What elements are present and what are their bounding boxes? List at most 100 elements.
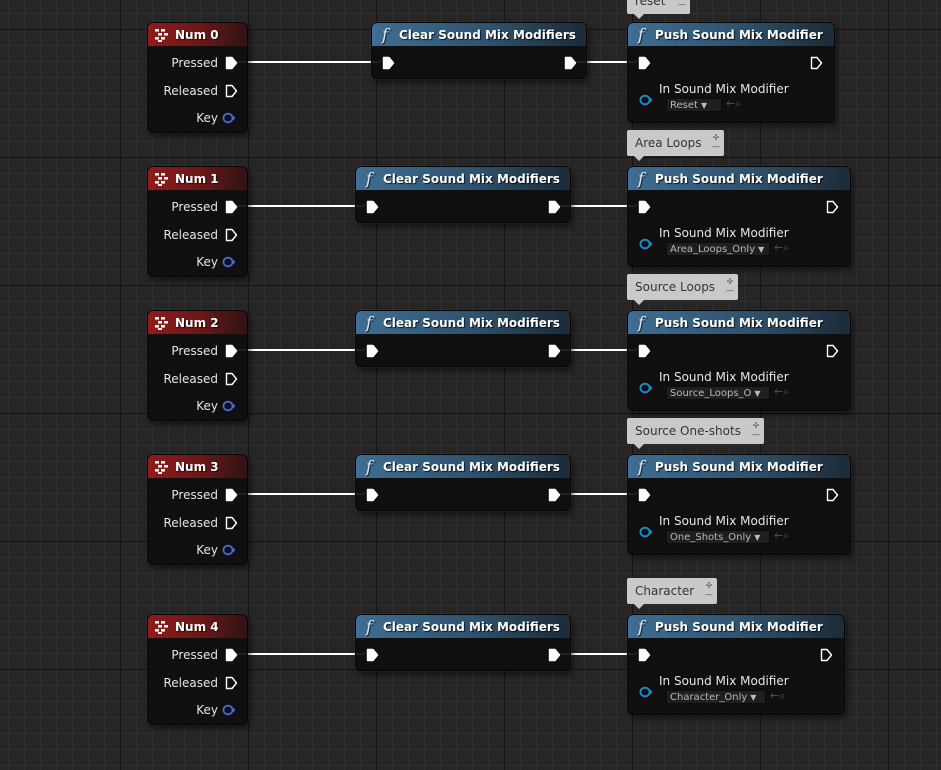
pin-comment-icon[interactable]: ✢— <box>712 133 720 151</box>
push-sound-mix-modifier-node[interactable]: f Push Sound Mix Modifier In Sound Mix Mod… <box>627 166 851 267</box>
pin-comment-icon[interactable]: ✢— <box>705 581 713 599</box>
push-sound-mix-modifier-node[interactable]: f Push Sound Mix Modifier In Sound Mix Mod… <box>627 614 845 715</box>
clear-sound-mix-modifiers-node[interactable]: f Clear Sound Mix Modifiers <box>355 454 571 511</box>
node-comment-bubble[interactable]: Character ✢ — <box>627 578 717 609</box>
push-sound-mix-modifier-node[interactable]: f Push Sound Mix Modifier In Sound Mix Mod… <box>627 454 851 555</box>
node-comment-bubble[interactable]: Area Loops ✢ — <box>627 130 724 161</box>
clear-sound-mix-modifiers-node[interactable]: f Clear Sound Mix Modifiers <box>355 166 571 223</box>
node-comment-bubble[interactable]: Source Loops ✢ — <box>627 274 738 305</box>
clear-sound-mix-modifiers-node[interactable]: f Clear Sound Mix Modifiers <box>355 614 571 671</box>
sound-mix-asset-dropdown[interactable]: Character_Only ▼ <box>666 690 766 704</box>
key-struct-pin[interactable] <box>222 400 236 412</box>
released-exec-pin[interactable] <box>225 84 238 98</box>
sound-mix-asset-dropdown[interactable]: Area_Loops_Only ▼ <box>666 242 770 256</box>
exec-output-pin[interactable] <box>564 56 577 70</box>
function-node-header[interactable]: f Clear Sound Mix Modifiers <box>356 311 570 334</box>
function-node-header[interactable]: f Push Sound Mix Modifier <box>628 311 850 334</box>
use-selected-arrow-icon[interactable]: ← <box>774 385 783 398</box>
search-icon[interactable]: ⌕ <box>735 97 741 110</box>
use-selected-arrow-icon[interactable]: ← <box>774 241 783 254</box>
input-key-event-node[interactable]: Num 2 Pressed Released Key <box>147 310 248 421</box>
sound-mix-object-pin[interactable] <box>639 94 653 106</box>
exec-input-pin[interactable] <box>638 344 651 358</box>
pin-comment-icon[interactable]: ✢— <box>678 0 686 9</box>
event-node-header[interactable]: Num 0 <box>148 23 247 46</box>
key-struct-pin[interactable] <box>222 256 236 268</box>
sound-mix-asset-dropdown[interactable]: One_Shots_Only ▼ <box>666 530 770 544</box>
function-node-header[interactable]: f Push Sound Mix Modifier <box>628 455 850 478</box>
function-node-header[interactable]: f Clear Sound Mix Modifiers <box>356 455 570 478</box>
event-node-header[interactable]: Num 3 <box>148 455 247 478</box>
event-node-header[interactable]: Num 2 <box>148 311 247 334</box>
sound-mix-object-pin[interactable] <box>639 382 653 394</box>
function-node-header[interactable]: f Clear Sound Mix Modifiers <box>356 615 570 638</box>
clear-sound-mix-modifiers-node[interactable]: f Clear Sound Mix Modifiers <box>371 22 587 79</box>
search-icon[interactable]: ⌕ <box>783 529 789 542</box>
search-icon[interactable]: ⌕ <box>783 241 789 254</box>
released-exec-pin[interactable] <box>225 516 238 530</box>
function-node-header[interactable]: f Push Sound Mix Modifier <box>628 23 834 46</box>
pin-comment-icon[interactable]: ✢— <box>752 421 760 439</box>
use-selected-arrow-icon[interactable]: ← <box>726 97 735 110</box>
push-sound-mix-modifier-node[interactable]: f Push Sound Mix Modifier In Sound Mix Mod… <box>627 22 835 123</box>
input-key-event-node[interactable]: Num 0 Pressed Released Key <box>147 22 248 133</box>
exec-input-pin[interactable] <box>366 648 379 662</box>
pressed-exec-pin[interactable] <box>225 648 238 662</box>
input-key-event-node[interactable]: Num 4 Pressed Released Key <box>147 614 248 725</box>
key-struct-pin[interactable] <box>222 544 236 556</box>
input-key-event-node[interactable]: Num 3 Pressed Released Key <box>147 454 248 565</box>
key-struct-pin[interactable] <box>222 112 236 124</box>
exec-input-pin[interactable] <box>366 344 379 358</box>
exec-output-pin[interactable] <box>826 344 839 358</box>
released-exec-pin[interactable] <box>225 676 238 690</box>
exec-input-pin[interactable] <box>638 648 651 662</box>
exec-output-pin[interactable] <box>810 56 823 70</box>
event-node-header[interactable]: Num 4 <box>148 615 247 638</box>
sound-mix-object-pin[interactable] <box>639 686 653 698</box>
use-selected-arrow-icon[interactable]: ← <box>774 529 783 542</box>
exec-output-pin[interactable] <box>548 648 561 662</box>
exec-output-pin[interactable] <box>820 648 833 662</box>
function-node-header[interactable]: f Clear Sound Mix Modifiers <box>372 23 586 46</box>
function-node-header[interactable]: f Push Sound Mix Modifier <box>628 167 850 190</box>
node-comment-bubble[interactable]: reset ✢— <box>627 0 690 19</box>
exec-output-pin[interactable] <box>548 488 561 502</box>
exec-output-pin[interactable] <box>548 200 561 214</box>
sound-mix-object-pin[interactable] <box>639 526 653 538</box>
pin-comment-icon[interactable]: ✢— <box>726 277 734 295</box>
browse-asset-icons[interactable]: ←⌕ <box>774 241 789 255</box>
use-selected-arrow-icon[interactable]: ← <box>770 689 779 702</box>
node-comment-bubble[interactable]: Source One-shots ✢ — <box>627 418 764 449</box>
browse-asset-icons[interactable]: ←⌕ <box>726 97 741 111</box>
browse-asset-icons[interactable]: ←⌕ <box>774 385 789 399</box>
exec-output-pin[interactable] <box>548 344 561 358</box>
pressed-exec-pin[interactable] <box>225 56 238 70</box>
exec-input-pin[interactable] <box>382 56 395 70</box>
exec-input-pin[interactable] <box>638 200 651 214</box>
exec-input-pin[interactable] <box>638 56 651 70</box>
sound-mix-asset-dropdown[interactable]: Source_Loops_O ▼ <box>666 386 770 400</box>
search-icon[interactable]: ⌕ <box>783 385 789 398</box>
sound-mix-asset-dropdown[interactable]: Reset ▼ <box>666 98 722 112</box>
exec-input-pin[interactable] <box>366 488 379 502</box>
search-icon[interactable]: ⌕ <box>779 689 785 702</box>
pressed-exec-pin[interactable] <box>225 200 238 214</box>
exec-output-pin[interactable] <box>826 488 839 502</box>
blueprint-graph-canvas[interactable]: reset ✢— Num 0 Pressed Released Key f Clear Sou… <box>0 0 941 770</box>
browse-asset-icons[interactable]: ←⌕ <box>770 689 785 703</box>
push-sound-mix-modifier-node[interactable]: f Push Sound Mix Modifier In Sound Mix Mod… <box>627 310 851 411</box>
pressed-exec-pin[interactable] <box>225 488 238 502</box>
clear-sound-mix-modifiers-node[interactable]: f Clear Sound Mix Modifiers <box>355 310 571 367</box>
exec-input-pin[interactable] <box>366 200 379 214</box>
key-struct-pin[interactable] <box>222 704 236 716</box>
function-node-header[interactable]: f Push Sound Mix Modifier <box>628 615 844 638</box>
browse-asset-icons[interactable]: ←⌕ <box>774 529 789 543</box>
exec-output-pin[interactable] <box>826 200 839 214</box>
released-exec-pin[interactable] <box>225 228 238 242</box>
event-node-header[interactable]: Num 1 <box>148 167 247 190</box>
function-node-header[interactable]: f Clear Sound Mix Modifiers <box>356 167 570 190</box>
input-key-event-node[interactable]: Num 1 Pressed Released Key <box>147 166 248 277</box>
exec-input-pin[interactable] <box>638 488 651 502</box>
released-exec-pin[interactable] <box>225 372 238 386</box>
sound-mix-object-pin[interactable] <box>639 238 653 250</box>
